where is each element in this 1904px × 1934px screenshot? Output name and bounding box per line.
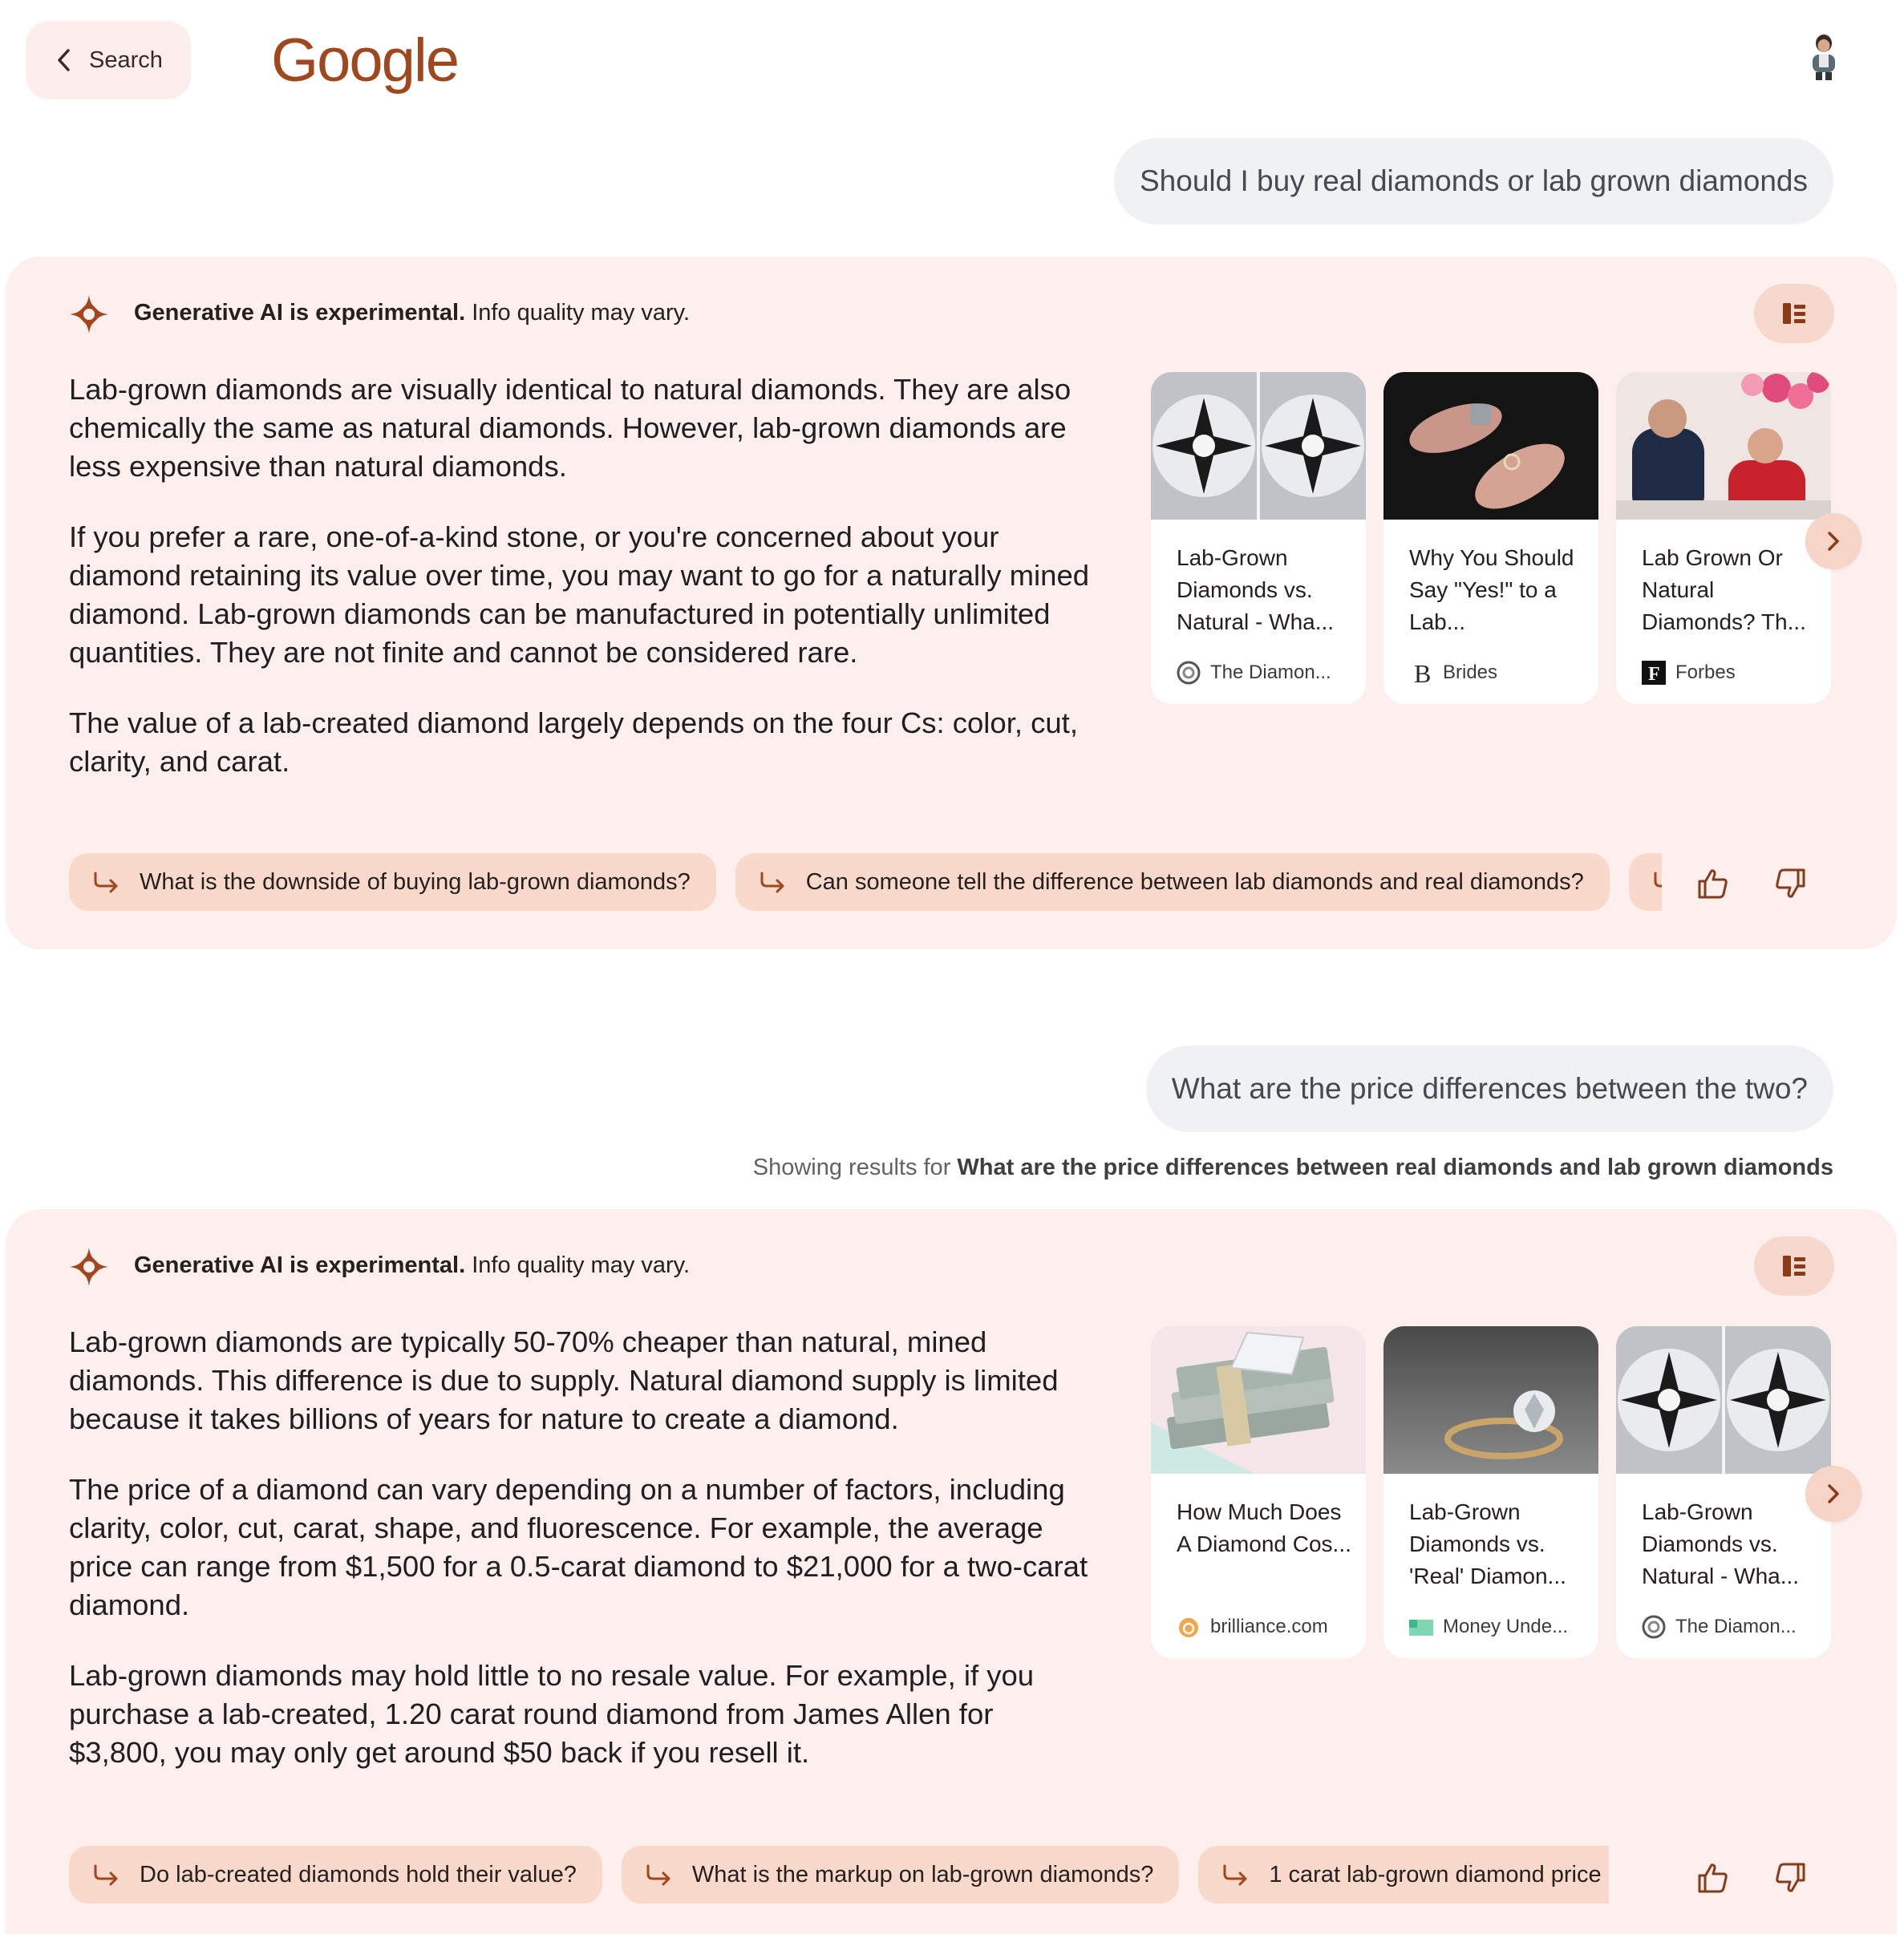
brides-logo-icon: B xyxy=(1409,661,1433,685)
follow-up-chip[interactable]: 1 carat lab-grown diamond price xyxy=(1198,1846,1609,1904)
source-card-title: How Much Does A Diamond Cos... xyxy=(1177,1499,1351,1556)
answer-paragraph: The value of a lab-created diamond large… xyxy=(69,706,1078,778)
ai-overview-panel: Generative AI is experimental. Info qual… xyxy=(6,257,1897,949)
chevron-right-icon xyxy=(1828,532,1839,551)
user-avatar[interactable] xyxy=(1806,32,1841,80)
source-card-title: Lab-Grown Diamonds vs. 'Real' Diamon... xyxy=(1409,1499,1566,1588)
follow-up-chips: What is the downside of buying lab-grown… xyxy=(69,853,1662,911)
source-card-site: brilliance.com xyxy=(1177,1615,1328,1639)
money-stack-thumbnail xyxy=(1151,1326,1366,1474)
user-query-text: What are the price differences between t… xyxy=(1171,1072,1808,1105)
source-card-site: F Forbes xyxy=(1642,661,1736,685)
sources-view-toggle-button[interactable] xyxy=(1754,1236,1834,1296)
diamond-comparison-thumbnail xyxy=(1616,1326,1831,1474)
follow-up-arrow-icon xyxy=(760,872,784,893)
source-card-site: The Diamon... xyxy=(1177,661,1331,685)
ai-overview-panel: Generative AI is experimental. Info qual… xyxy=(6,1209,1897,1934)
answer-paragraph: Lab-grown diamonds are visually identica… xyxy=(69,373,1072,483)
diamond-ring-thumbnail xyxy=(1383,1326,1598,1474)
sources-view-toggle-button[interactable] xyxy=(1754,284,1834,343)
experimental-notice: Generative AI is experimental. Info qual… xyxy=(134,1252,691,1278)
next-sources-button[interactable] xyxy=(1805,1466,1861,1522)
diamond-site-icon xyxy=(1642,1615,1666,1639)
follow-up-arrow-icon xyxy=(1223,1864,1247,1886)
follow-up-chip[interactable]: What is the markup on lab-grown diamonds… xyxy=(621,1846,1180,1904)
follow-up-chip[interactable]: Can someone tell the difference between … xyxy=(735,853,1610,911)
follow-up-chip[interactable]: What is the downside of buying lab-grown… xyxy=(69,853,716,911)
ring-hands-thumbnail xyxy=(1383,372,1598,520)
answer-paragraph: If you prefer a rare, one-of-a-kind ston… xyxy=(69,520,1090,669)
answer-paragraph: Lab-grown diamonds are typically 50-70% … xyxy=(69,1325,1059,1435)
follow-up-arrow-icon xyxy=(646,1864,670,1886)
source-card[interactable]: Why You Should Say "Yes!" to a Lab... B … xyxy=(1383,372,1598,704)
thumbs-down-icon[interactable] xyxy=(1773,1860,1809,1896)
diamond-site-icon xyxy=(1177,661,1201,685)
back-button-label: Search xyxy=(89,47,163,73)
source-card-title: Lab-Grown Diamonds vs. Natural - Wha... xyxy=(1177,545,1335,634)
source-card[interactable]: Lab-Grown Diamonds vs. Natural - Wha... … xyxy=(1616,1326,1831,1658)
list-view-icon xyxy=(1783,303,1805,324)
source-card-title: Lab Grown Or Natural Diamonds? Th... xyxy=(1642,545,1806,634)
source-card-title: Lab-Grown Diamonds vs. Natural - Wha... xyxy=(1642,1499,1800,1588)
forbes-logo-icon: F xyxy=(1642,661,1666,685)
follow-up-arrow-icon xyxy=(94,872,118,893)
money-logo-icon xyxy=(1409,1615,1433,1639)
next-sources-button[interactable] xyxy=(1805,513,1861,569)
user-query-bubble: What are the price differences between t… xyxy=(1145,1046,1833,1132)
diamond-comparison-thumbnail xyxy=(1151,372,1366,520)
source-card-site: The Diamon... xyxy=(1642,1615,1797,1639)
source-card[interactable]: Lab-Grown Diamonds vs. 'Real' Diamon... … xyxy=(1383,1326,1598,1658)
back-to-search-button[interactable]: Search xyxy=(26,21,191,99)
user-query-text: Should I buy real diamonds or lab grown … xyxy=(1140,164,1808,197)
thumbs-down-icon[interactable] xyxy=(1773,866,1809,901)
chevron-right-icon xyxy=(1828,1484,1839,1503)
svg-text:F: F xyxy=(1648,664,1660,685)
follow-up-arrow-icon xyxy=(1654,872,1662,888)
gemini-sparkle-icon xyxy=(70,295,108,334)
follow-up-chip[interactable]: C xyxy=(1628,853,1662,911)
answer-paragraph: Lab-grown diamonds may hold little to no… xyxy=(69,1659,1035,1769)
experimental-notice: Generative AI is experimental. Info qual… xyxy=(134,300,691,326)
source-card[interactable]: Lab-Grown Diamonds vs. Natural - Wha... … xyxy=(1151,372,1366,704)
follow-up-chips: Do lab-created diamonds hold their value… xyxy=(69,1846,1609,1904)
list-view-icon xyxy=(1783,1256,1805,1277)
follow-up-arrow-icon xyxy=(94,1864,118,1886)
source-card[interactable]: How Much Does A Diamond Cos... brillianc… xyxy=(1151,1326,1366,1658)
brilliance-logo-icon xyxy=(1177,1615,1201,1639)
corrected-query-link[interactable]: What are the price differences between r… xyxy=(957,1155,1833,1180)
source-card-site: Money Unde... xyxy=(1409,1615,1568,1639)
source-card[interactable]: Lab Grown Or Natural Diamonds? Th... F F… xyxy=(1616,372,1831,704)
source-card-site: B Brides xyxy=(1409,661,1497,685)
user-query-bubble: Should I buy real diamonds or lab grown … xyxy=(1114,138,1833,225)
thumbs-up-icon[interactable] xyxy=(1695,1860,1730,1896)
thumbs-up-icon[interactable] xyxy=(1695,866,1730,901)
chevron-left-icon xyxy=(58,49,70,71)
gemini-sparkle-icon xyxy=(70,1248,108,1286)
answer-paragraph: The price of a diamond can vary dependin… xyxy=(69,1473,1088,1621)
jewelry-store-thumbnail xyxy=(1616,372,1831,520)
source-card-title: Why You Should Say "Yes!" to a Lab... xyxy=(1409,545,1574,634)
follow-up-chip[interactable]: Do lab-created diamonds hold their value… xyxy=(69,1846,602,1904)
showing-results-for: Showing results for What are the price d… xyxy=(752,1155,1833,1180)
svg-text:B: B xyxy=(1414,661,1431,685)
google-logo[interactable]: Google xyxy=(271,26,460,95)
